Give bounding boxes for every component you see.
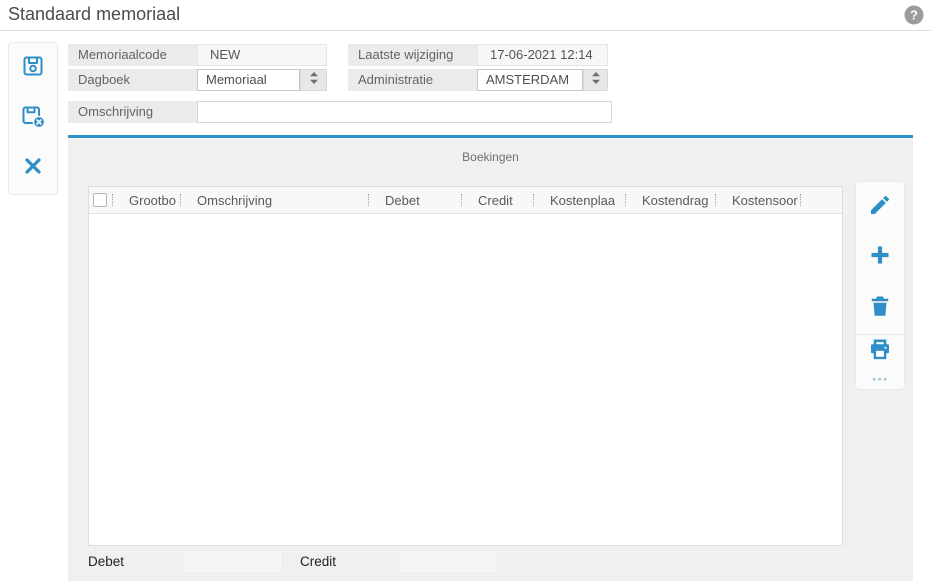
omschrijving-label: Omschrijving — [68, 101, 197, 123]
grid-header-row: Grootbo Omschrijving Debet Credit Kosten… — [89, 187, 842, 214]
column-label: Kostensoor — [732, 192, 798, 208]
dagboek-select[interactable]: Memoriaal — [197, 69, 300, 91]
boekingen-grid: Grootbo Omschrijving Debet Credit Kosten… — [88, 186, 843, 546]
header-cell-kostensoort[interactable]: Kostensoor — [716, 187, 801, 214]
laatste-wijziging-label: Laatste wijziging — [348, 44, 477, 66]
memoriaalcode-label: Memoriaalcode — [68, 44, 197, 66]
dagboek-label: Dagboek — [68, 69, 197, 91]
svg-text:?: ? — [910, 8, 918, 23]
select-all-checkbox[interactable] — [93, 193, 107, 207]
save-discard-button[interactable] — [20, 105, 46, 131]
title-divider — [0, 30, 931, 31]
save-button[interactable] — [20, 55, 46, 81]
header-cell-grootboek[interactable]: Grootbo — [113, 187, 181, 214]
column-label: Kostenplaa — [550, 192, 616, 208]
grid-body-empty — [89, 214, 842, 545]
print-icon — [868, 338, 892, 367]
header-cell-credit[interactable]: Credit — [462, 187, 534, 214]
header-cell-kostenplaats[interactable]: Kostenplaa — [534, 187, 626, 214]
header-cell-filler — [801, 187, 842, 214]
edit-row-button[interactable] — [867, 194, 893, 220]
administratie-label: Administratie — [348, 69, 477, 91]
header-cell-kostendrager[interactable]: Kostendrag — [626, 187, 716, 214]
page-title: Standaard memoriaal — [8, 4, 181, 24]
save-discard-icon — [20, 103, 46, 134]
edit-icon — [868, 193, 892, 222]
help-circle-icon: ? — [903, 5, 925, 30]
print-group — [856, 335, 904, 389]
boekingen-title: Boekingen — [462, 150, 519, 164]
right-toolbar — [855, 181, 905, 390]
close-icon — [23, 156, 43, 181]
save-icon — [21, 54, 45, 83]
cancel-button[interactable] — [20, 156, 46, 182]
print-button[interactable] — [867, 339, 893, 381]
column-label: Grootbo — [129, 192, 176, 208]
header-cell-debet[interactable]: Debet — [369, 187, 462, 214]
header-cell-omschrijving[interactable]: Omschrijving — [181, 187, 369, 214]
delete-icon — [869, 294, 891, 323]
header-cell-select — [89, 187, 113, 214]
up-down-arrows-icon — [309, 71, 319, 90]
row-actions-group — [856, 182, 904, 335]
add-row-button[interactable] — [867, 245, 893, 271]
up-down-arrows-icon — [591, 71, 601, 90]
help-button[interactable]: ? — [903, 4, 925, 26]
debet-total-value — [183, 550, 283, 573]
dagboek-spinner[interactable] — [300, 69, 327, 91]
administratie-select[interactable]: AMSTERDAM — [477, 69, 583, 91]
omschrijving-input[interactable] — [197, 101, 612, 123]
add-icon — [868, 243, 892, 272]
debet-total-label: Debet — [88, 554, 125, 569]
delete-row-button[interactable] — [867, 296, 893, 322]
credit-total-label: Credit — [300, 554, 337, 569]
column-label: Omschrijving — [197, 192, 273, 208]
memoriaalcode-value: NEW — [197, 44, 327, 66]
print-more-dots-icon — [873, 368, 887, 386]
administratie-spinner[interactable] — [583, 69, 608, 91]
credit-total-value — [398, 550, 498, 573]
column-label: Credit — [478, 192, 513, 208]
laatste-wijziging-value: 17-06-2021 12:14 — [477, 44, 608, 66]
standaard-memoriaal-window: { "header": { "title": "Standaard memori… — [0, 0, 931, 581]
left-toolbar — [8, 42, 58, 195]
column-label: Kostendrag — [642, 192, 709, 208]
column-label: Debet — [385, 192, 420, 208]
